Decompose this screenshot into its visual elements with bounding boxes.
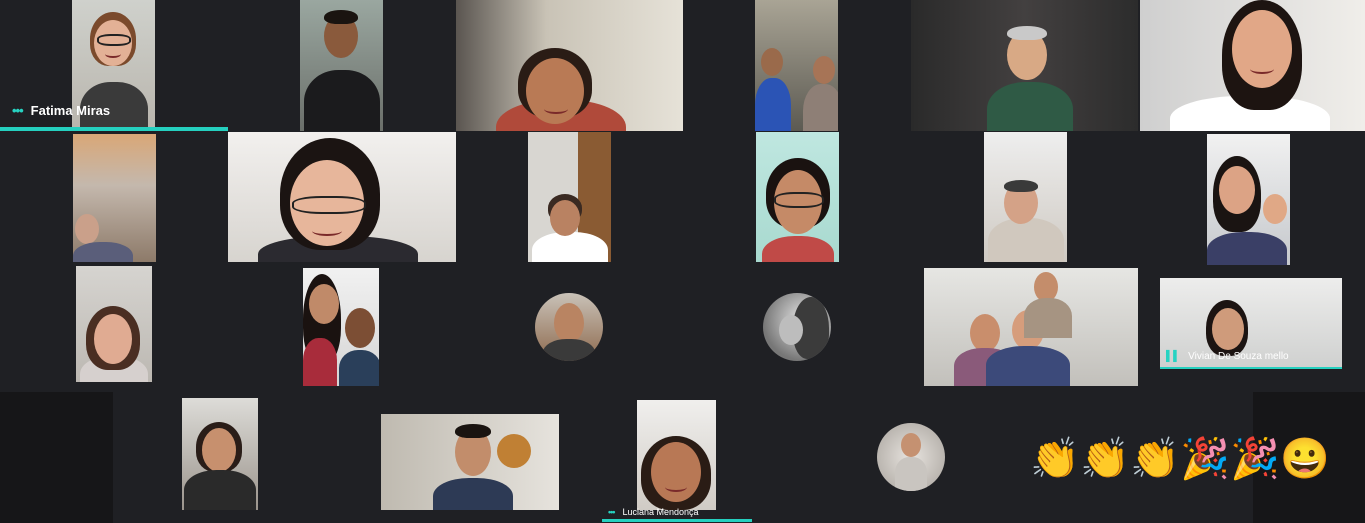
video-tile[interactable] [456, 0, 683, 131]
video-tile[interactable] [228, 132, 456, 262]
video-tile[interactable] [911, 0, 1138, 131]
video-tile[interactable] [637, 400, 716, 510]
video-tile[interactable] [1140, 0, 1365, 131]
participant-name-label: ••• Fatima Miras [12, 103, 111, 118]
video-tile[interactable] [76, 266, 152, 382]
participant-name-label: ••• Luciana Mendonça [608, 507, 699, 517]
video-tile[interactable] [924, 268, 1138, 386]
video-tile[interactable] [300, 0, 383, 131]
participant-avatar[interactable] [535, 293, 603, 361]
active-speaker-indicator [602, 519, 752, 522]
clap-icon: 👏 [1080, 437, 1130, 481]
active-speaker-indicator [0, 127, 228, 131]
participant-name-label: ▌▌ Vivian De Souza mello [1166, 351, 1289, 362]
video-tile[interactable] [182, 398, 258, 510]
left-shade [0, 392, 113, 523]
reaction-row: 👏 👏 👏 🎉 🎉 😀 [1030, 434, 1330, 484]
video-tile[interactable] [755, 0, 838, 131]
video-tile[interactable] [528, 132, 611, 262]
grinning-face-icon: 😀 [1280, 437, 1330, 481]
audio-level-icon: ▌▌ [1166, 351, 1181, 362]
video-tile[interactable] [73, 134, 156, 262]
video-tile[interactable] [381, 414, 559, 510]
video-tile[interactable] [1207, 134, 1290, 265]
participant-avatar[interactable] [763, 293, 831, 361]
party-popper-icon: 🎉 [1230, 437, 1280, 481]
video-tile[interactable] [984, 132, 1067, 262]
active-speaker-indicator [1160, 367, 1342, 369]
party-popper-icon: 🎉 [1180, 437, 1230, 481]
video-tile[interactable] [756, 132, 839, 262]
clap-icon: 👏 [1030, 437, 1080, 481]
participant-avatar[interactable] [877, 423, 945, 491]
more-options-icon[interactable]: ••• [12, 103, 24, 118]
more-options-icon[interactable]: ••• [608, 507, 616, 517]
clap-icon: 👏 [1130, 437, 1180, 481]
video-tile[interactable] [303, 268, 379, 386]
